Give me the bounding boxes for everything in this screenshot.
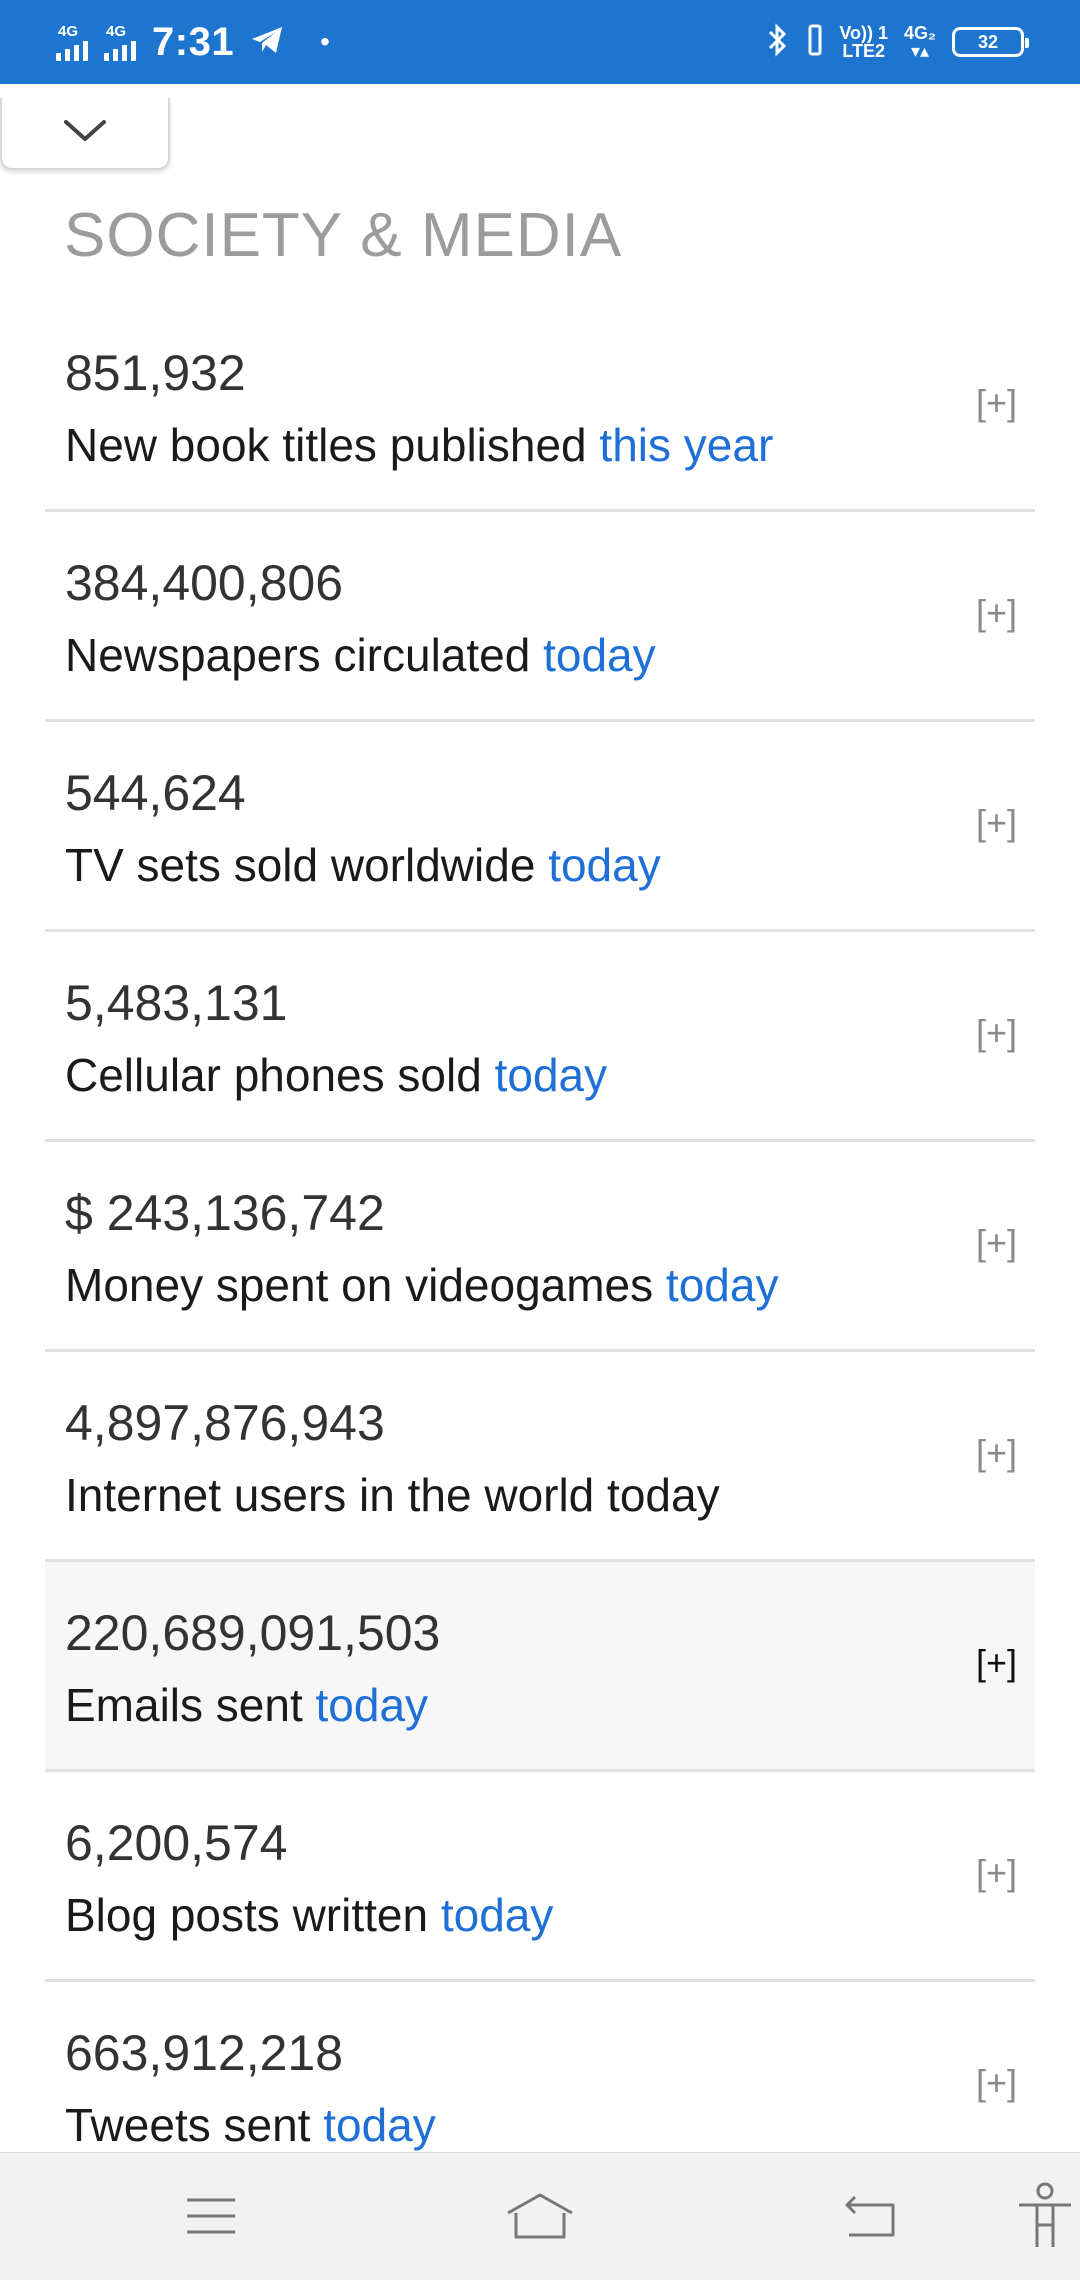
expand-button[interactable]: [+] bbox=[976, 1642, 1017, 1684]
stat-value: 6,200,574 bbox=[65, 1815, 288, 1871]
status-bar-right: Vo)) 1 LTE2 4G₂ ▾▴ 32 bbox=[765, 22, 1029, 63]
collapse-button[interactable] bbox=[0, 98, 170, 170]
back-icon bbox=[841, 2193, 901, 2244]
stat-label-text: Money spent on videogames bbox=[65, 1259, 666, 1311]
stat-label-text: Blog posts written bbox=[65, 1889, 441, 1941]
list-item[interactable]: 544,624 TV sets sold worldwide today [+] bbox=[45, 722, 1035, 932]
accessibility-button[interactable] bbox=[1010, 2181, 1080, 2256]
list-item[interactable]: $ 243,136,742 Money spent on videogames … bbox=[45, 1142, 1035, 1352]
stat-period-link[interactable]: today bbox=[548, 839, 661, 891]
stat-label: TV sets sold worldwide today bbox=[65, 838, 661, 892]
stat-label: Blog posts written today bbox=[65, 1888, 553, 1942]
stat-period-link[interactable]: this year bbox=[599, 419, 773, 471]
back-button[interactable] bbox=[836, 2183, 906, 2253]
list-item[interactable]: 6,200,574 Blog posts written today [+] bbox=[45, 1772, 1035, 1982]
expand-button[interactable]: [+] bbox=[976, 2062, 1017, 2104]
stat-value: 5,483,131 bbox=[65, 975, 288, 1031]
status-bar: 4G 4G 7:31 • Vo)) 1 LTE2 4G₂ ▾▴ 32 bbox=[0, 0, 1080, 84]
stat-label: Money spent on videogames today bbox=[65, 1258, 778, 1312]
stat-label-text: New book titles published bbox=[65, 419, 600, 471]
home-button[interactable] bbox=[505, 2183, 575, 2253]
page-title: SOCIETY & MEDIA bbox=[64, 201, 623, 270]
stats-list: 851,932 New book titles published this y… bbox=[45, 302, 1035, 2192]
stat-label-text: Internet users in the world today bbox=[65, 1469, 720, 1521]
stat-value: 663,912,218 bbox=[65, 2025, 344, 2081]
list-item[interactable]: 4,897,876,943 Internet users in the worl… bbox=[45, 1352, 1035, 1562]
stat-label: Tweets sent today bbox=[65, 2098, 436, 2152]
stat-label: Internet users in the world today bbox=[65, 1468, 720, 1522]
stat-period-link[interactable]: today bbox=[495, 1049, 608, 1101]
battery-icon: 32 bbox=[952, 27, 1029, 57]
signal-sim2-icon: 4G bbox=[104, 24, 136, 61]
menu-icon bbox=[183, 2194, 239, 2243]
home-icon bbox=[504, 2191, 576, 2246]
stat-value: $ 243,136,742 bbox=[65, 1185, 385, 1241]
stat-period-link[interactable]: today bbox=[316, 1679, 429, 1731]
expand-button[interactable]: [+] bbox=[976, 382, 1017, 424]
data-network-indicator: 4G₂ ▾▴ bbox=[903, 23, 936, 61]
sim1-network-label: 4G bbox=[58, 22, 79, 40]
list-item[interactable]: 5,483,131 Cellular phones sold today [+] bbox=[45, 932, 1035, 1142]
battery-level: 32 bbox=[977, 31, 999, 52]
expand-button[interactable]: [+] bbox=[976, 592, 1017, 634]
stat-value: 220,689,091,503 bbox=[65, 1605, 441, 1661]
stat-label-text: Tweets sent bbox=[65, 2099, 324, 2151]
stat-label: Cellular phones sold today bbox=[65, 1048, 607, 1102]
stat-period-link[interactable]: today bbox=[543, 629, 656, 681]
volte-indicator: Vo)) 1 LTE2 bbox=[839, 24, 888, 60]
expand-button[interactable]: [+] bbox=[976, 1012, 1017, 1054]
expand-button[interactable]: [+] bbox=[976, 1432, 1017, 1474]
stat-period-link[interactable]: today bbox=[441, 1889, 554, 1941]
signal-sim1-icon: 4G bbox=[56, 24, 88, 61]
stat-label-text: Cellular phones sold bbox=[65, 1049, 495, 1101]
stat-value: 851,932 bbox=[65, 345, 246, 401]
expand-button[interactable]: [+] bbox=[976, 1852, 1017, 1894]
accessibility-icon bbox=[1015, 2181, 1075, 2256]
list-item[interactable]: 220,689,091,503 Emails sent today [+] bbox=[45, 1562, 1035, 1772]
clock: 7:31 bbox=[152, 19, 235, 64]
stat-label: New book titles published this year bbox=[65, 418, 773, 472]
list-item[interactable]: 384,400,806 Newspapers circulated today … bbox=[45, 512, 1035, 722]
telegram-icon bbox=[250, 25, 284, 60]
volte-bottom-text: LTE2 bbox=[842, 41, 885, 61]
stat-value: 544,624 bbox=[65, 765, 246, 821]
stat-value: 384,400,806 bbox=[65, 555, 344, 611]
system-navigation-bar bbox=[0, 2152, 1080, 2280]
stat-label-text: Newspapers circulated bbox=[65, 629, 544, 681]
expand-button[interactable]: [+] bbox=[976, 802, 1017, 844]
sim2-network-label: 4G bbox=[106, 22, 127, 40]
chevron-down-icon bbox=[62, 117, 108, 150]
menu-button[interactable] bbox=[176, 2183, 246, 2253]
bluetooth-icon bbox=[765, 22, 791, 63]
expand-button[interactable]: [+] bbox=[976, 1222, 1017, 1264]
notification-dot: • bbox=[320, 26, 330, 57]
stat-label-text: TV sets sold worldwide bbox=[65, 839, 549, 891]
volte-top-text: Vo)) 1 bbox=[839, 23, 888, 43]
stat-label: Newspapers circulated today bbox=[65, 628, 656, 682]
list-item[interactable]: 851,932 New book titles published this y… bbox=[45, 302, 1035, 512]
stat-period-link[interactable]: today bbox=[323, 2099, 436, 2151]
status-bar-left: 4G 4G 7:31 • bbox=[56, 20, 330, 65]
stat-value: 4,897,876,943 bbox=[65, 1395, 385, 1451]
data-network-text: 4G₂ bbox=[903, 23, 936, 43]
stat-period-link[interactable]: today bbox=[666, 1259, 779, 1311]
stat-label: Emails sent today bbox=[65, 1678, 428, 1732]
stat-label-text: Emails sent bbox=[65, 1679, 316, 1731]
vibrate-icon bbox=[807, 24, 823, 61]
